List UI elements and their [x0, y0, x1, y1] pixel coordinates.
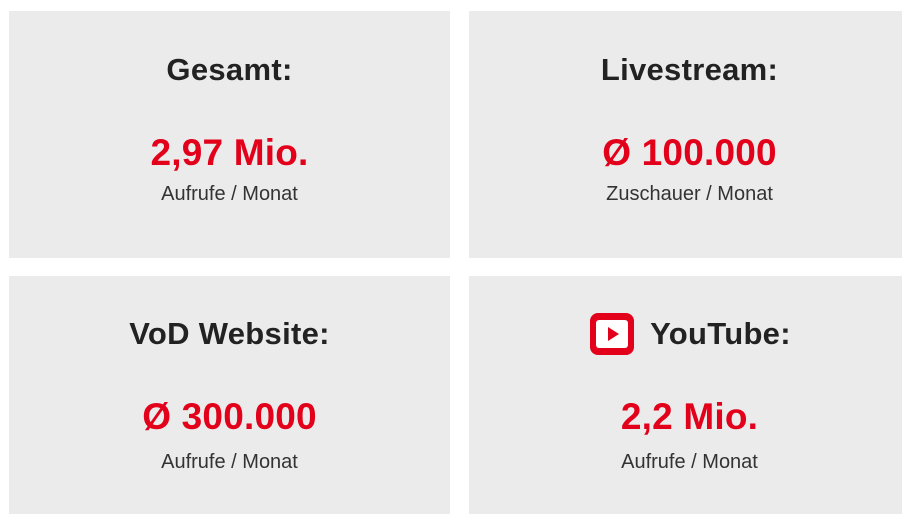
card-title-text: VoD Website:: [129, 316, 330, 351]
stat-card-vod-website: VoD Website: Ø 300.000 Aufrufe / Monat: [9, 276, 450, 514]
stat-card-livestream: Livestream: Ø 100.000 Zuschauer / Monat: [469, 11, 902, 258]
card-title: Gesamt:: [9, 51, 450, 89]
card-value: Ø 300.000: [142, 396, 317, 437]
card-title-text: Gesamt:: [166, 52, 293, 87]
stat-card-youtube: YouTube: 2,2 Mio. Aufrufe / Monat: [469, 276, 902, 514]
card-title: Livestream:: [469, 51, 902, 89]
stat-card-total: Gesamt: 2,97 Mio. Aufrufe / Monat: [9, 11, 450, 258]
card-subtitle: Aufrufe / Monat: [621, 451, 758, 473]
card-subtitle: Aufrufe / Monat: [161, 183, 298, 205]
card-value: 2,2 Mio.: [620, 396, 759, 437]
card-title-text: YouTube:: [650, 316, 791, 351]
card-title: YouTube:: [469, 311, 902, 357]
card-value: Ø 100.000: [602, 132, 777, 173]
card-value: 2,97 Mio.: [150, 132, 309, 173]
card-title-text: Livestream:: [600, 52, 779, 87]
card-title: VoD Website:: [9, 315, 450, 353]
card-subtitle: Zuschauer / Monat: [606, 183, 773, 205]
card-subtitle: Aufrufe / Monat: [161, 451, 298, 473]
youtube-icon: [588, 311, 636, 357]
